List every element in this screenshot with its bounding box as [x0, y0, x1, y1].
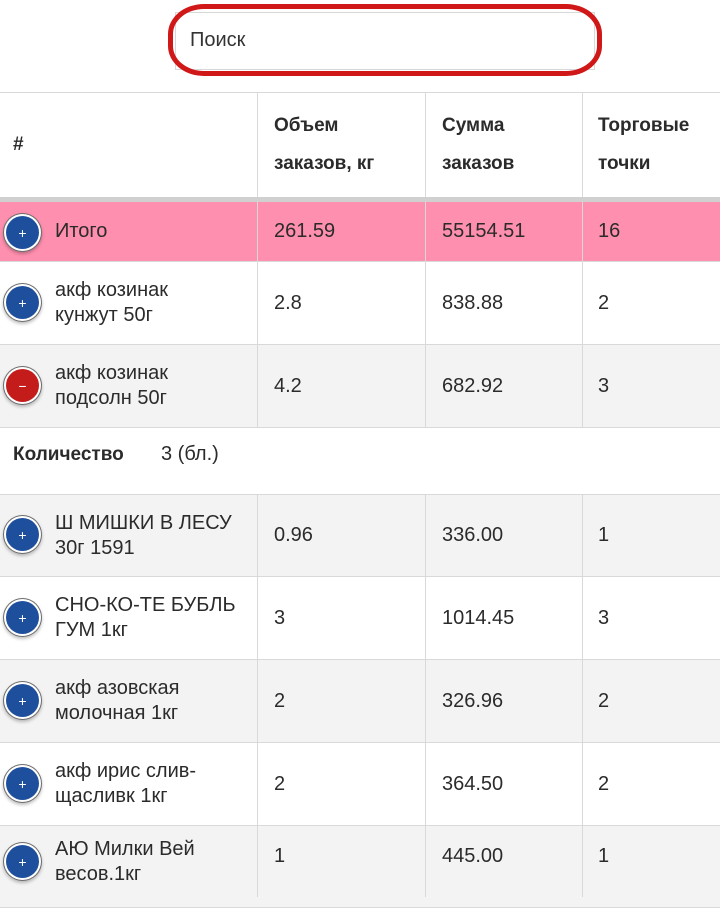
row-volume: 0.96 [257, 495, 425, 576]
row-volume: 2 [257, 660, 425, 742]
row-sum: 1014.45 [425, 577, 582, 659]
product-name-line2: 30г 1591 [55, 536, 135, 559]
product-name-line1: АЮ Милки Вей [55, 837, 195, 860]
product-name-line2: кунжут 50г [55, 304, 153, 326]
row-sum: 326.96 [425, 660, 582, 742]
row-volume: 2 [257, 743, 425, 825]
table-row: + АЮ Милки Вей весов.1кг 1 445.00 1 [0, 816, 720, 908]
row-volume: 4.2 [257, 345, 425, 427]
row-points: 1 [582, 816, 720, 897]
product-name-cell: + СНО-КО-ТЕ БУБЛЬ ГУМ 1кг [0, 577, 257, 659]
table-row: + акф ирис слив- щасливк 1кг 2 364.50 2 [0, 743, 720, 826]
product-name-cell: + Ш МИШКИ В ЛЕСУ 30г 1591 [0, 495, 257, 576]
row-sum: 682.92 [425, 345, 582, 427]
total-label: Итого [55, 220, 108, 242]
product-name-line2: подсолн 50г [55, 387, 167, 409]
row-points: 3 [582, 345, 720, 427]
quantity-value: 3 (бл.) [161, 443, 219, 465]
header-volume-line2: заказов, кг [274, 153, 375, 174]
expand-plus-icon[interactable]: + [6, 518, 39, 551]
table-row: + акф азовская молочная 1кг 2 326.96 2 [0, 660, 720, 743]
row-volume: 3 [257, 577, 425, 659]
expand-plus-icon[interactable]: + [6, 845, 39, 878]
total-volume: 261.59 [257, 202, 425, 261]
expand-plus-icon[interactable]: + [6, 684, 39, 717]
header-sum[interactable]: Сумма заказов [425, 93, 582, 197]
row-volume: 2.8 [257, 262, 425, 344]
product-name-line1: СНО-КО-ТЕ БУБЛЬ [55, 594, 236, 616]
row-sum: 336.00 [425, 495, 582, 576]
row-points: 3 [582, 577, 720, 659]
product-name-line1: акф козинак [55, 279, 169, 301]
collapse-minus-icon[interactable]: − [6, 369, 39, 402]
search-input[interactable] [190, 29, 570, 52]
header-num-label: # [13, 134, 24, 155]
product-name-cell: + акф азовская молочная 1кг [0, 660, 257, 742]
header-points[interactable]: Торговые точки [582, 93, 720, 197]
product-name-line1: акф козинак [55, 362, 169, 384]
product-name-line1: Ш МИШКИ В ЛЕСУ [55, 511, 232, 534]
product-name-line1: акф азовская [55, 677, 180, 699]
header-sum-line2: заказов [442, 153, 515, 174]
row-points: 2 [582, 743, 720, 825]
total-row: + Итого 261.59 55154.51 16 [0, 202, 720, 262]
total-name-cell: + Итого [0, 202, 257, 261]
header-sum-line1: Сумма [442, 115, 505, 136]
header-volume-line1: Объем [274, 115, 339, 136]
quantity-detail-row: Количество 3 (бл.) [0, 428, 720, 495]
product-name-cell: + акф ирис слив- щасливк 1кг [0, 743, 257, 825]
row-sum: 364.50 [425, 743, 582, 825]
product-name-cell: − акф козинак подсолн 50г [0, 345, 257, 427]
quantity-label: Количество [13, 444, 124, 465]
search-bar [0, 0, 720, 92]
table-row: + Ш МИШКИ В ЛЕСУ 30г 1591 0.96 336.00 1 [0, 495, 720, 577]
product-name-line2: весов.1кг [55, 862, 142, 885]
expand-plus-icon[interactable]: + [6, 767, 39, 800]
expand-plus-icon[interactable]: + [6, 601, 39, 634]
row-points: 1 [582, 495, 720, 576]
table-row: + СНО-КО-ТЕ БУБЛЬ ГУМ 1кг 3 1014.45 3 [0, 577, 720, 660]
search-field[interactable] [175, 12, 595, 70]
header-volume[interactable]: Объем заказов, кг [257, 93, 425, 197]
total-sum: 55154.51 [425, 202, 582, 261]
product-name-line1: акф ирис слив- [55, 760, 197, 782]
expand-plus-icon[interactable]: + [6, 216, 39, 249]
expand-plus-icon[interactable]: + [6, 286, 39, 319]
row-points: 2 [582, 262, 720, 344]
table-row: + акф козинак кунжут 50г 2.8 838.88 2 [0, 262, 720, 345]
product-name-cell: + акф козинак кунжут 50г [0, 262, 257, 344]
total-points: 16 [582, 202, 720, 261]
row-points: 2 [582, 660, 720, 742]
row-sum: 838.88 [425, 262, 582, 344]
header-points-line1: Торговые [598, 115, 690, 136]
row-volume: 1 [257, 816, 425, 897]
product-name-line2: молочная 1кг [55, 702, 179, 724]
table-row-expanded: − акф козинак подсолн 50г 4.2 682.92 3 [0, 345, 720, 428]
header-points-line2: точки [598, 153, 651, 174]
product-name-line2: щасливк 1кг [55, 785, 168, 807]
product-name-line2: ГУМ 1кг [55, 619, 128, 641]
header-num[interactable]: # [0, 93, 257, 197]
product-name-cell: + АЮ Милки Вей весов.1кг [0, 826, 257, 907]
row-sum: 445.00 [425, 816, 582, 897]
table-header: # Объем заказов, кг Сумма заказов Торгов… [0, 92, 720, 202]
